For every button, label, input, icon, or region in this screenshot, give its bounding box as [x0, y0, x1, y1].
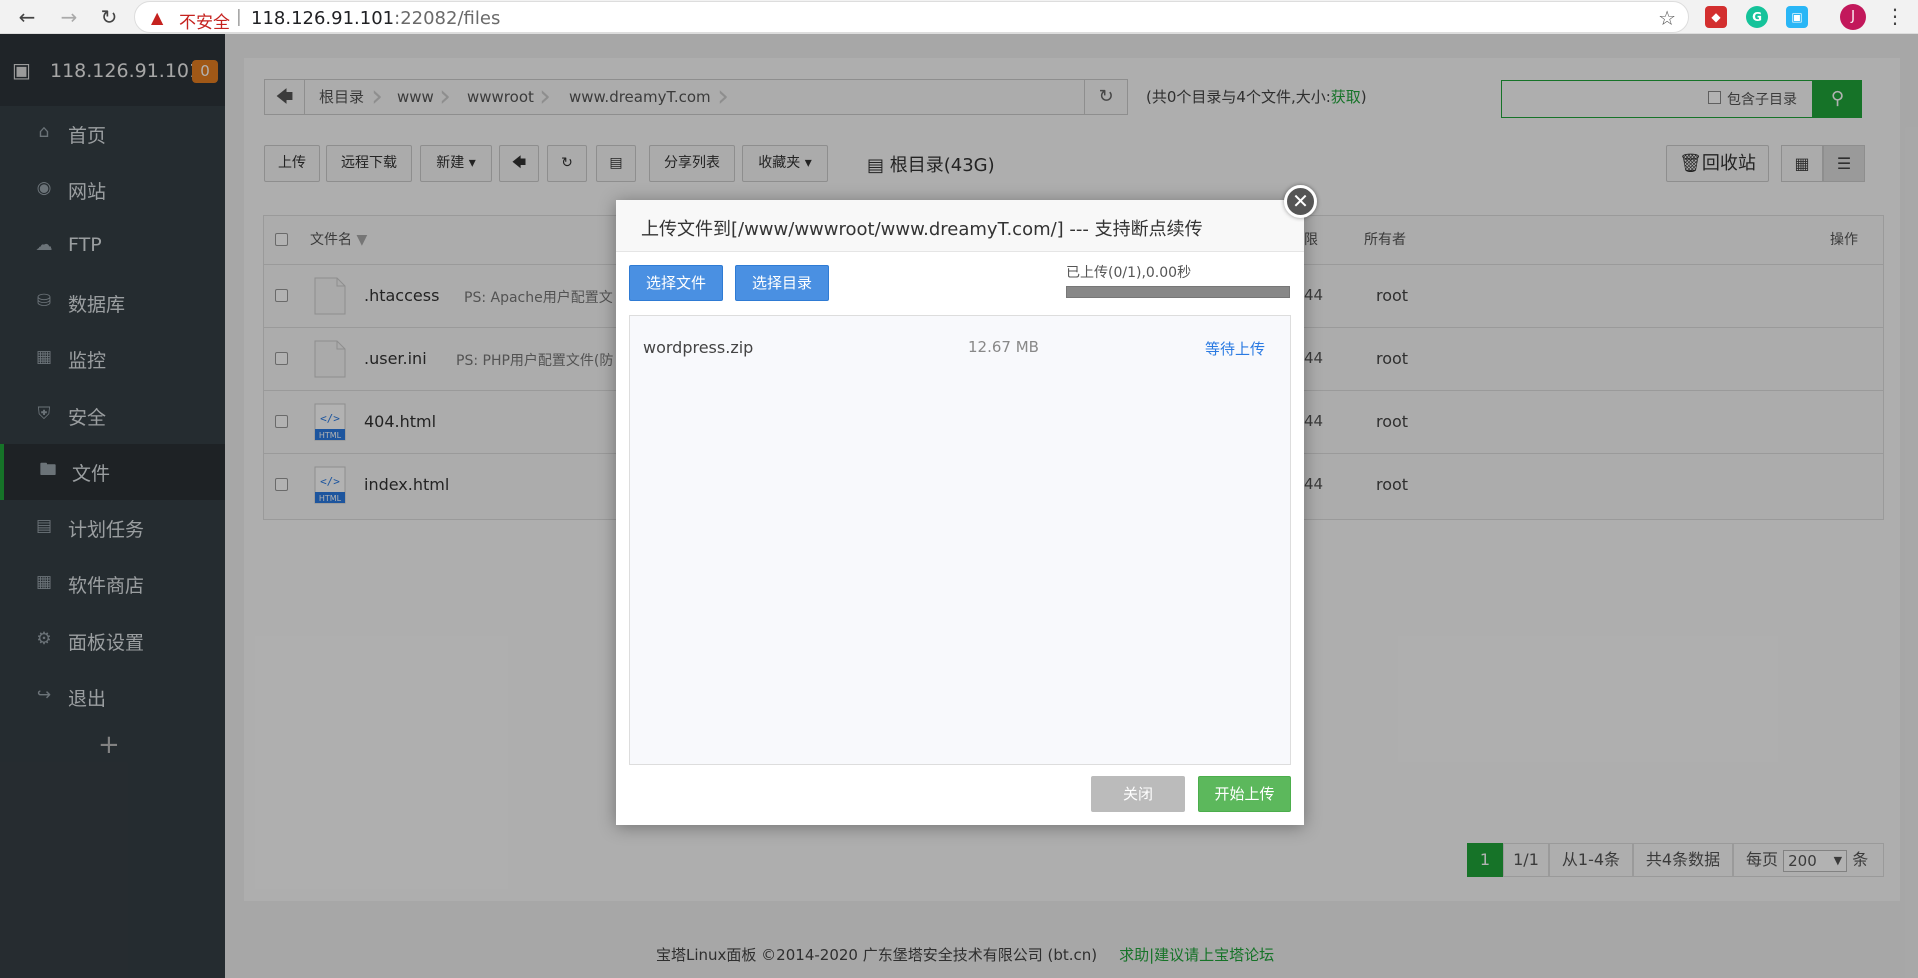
- select-directory-button[interactable]: 选择目录: [735, 265, 829, 301]
- upload-file-list[interactable]: wordpress.zip 12.67 MB 等待上传: [629, 315, 1291, 765]
- address-bar[interactable]: ▲ 不安全 | 118.126.91.101:22082/files ☆: [134, 1, 1689, 33]
- bookmark-star-icon[interactable]: ☆: [1658, 6, 1676, 30]
- grammarly-icon[interactable]: G: [1746, 6, 1768, 28]
- select-file-button[interactable]: 选择文件: [629, 265, 723, 301]
- upload-file-size: 12.67 MB: [968, 338, 1039, 356]
- dialog-title: 上传文件到[/www/wwwroot/www.dreamyT.com/] ---…: [641, 219, 1203, 240]
- extension-red-icon[interactable]: ◆: [1705, 6, 1727, 28]
- profile-avatar[interactable]: J: [1840, 4, 1866, 30]
- url-text: 118.126.91.101:22082/files: [251, 8, 501, 29]
- close-button[interactable]: 关闭: [1091, 776, 1185, 812]
- back-arrow-icon[interactable]: ←: [14, 4, 40, 30]
- warning-icon: ▲: [151, 8, 164, 27]
- dialog-header: 上传文件到[/www/wwwroot/www.dreamyT.com/] ---…: [616, 200, 1304, 252]
- close-icon[interactable]: ✕: [1284, 185, 1317, 218]
- reload-icon[interactable]: ↻: [96, 4, 122, 30]
- upload-progress-text: 已上传(0/1),0.00秒: [1066, 265, 1192, 281]
- upload-file-name: wordpress.zip: [643, 338, 754, 357]
- browser-menu-icon[interactable]: ⋮: [1885, 4, 1905, 28]
- upload-progress-bar: [1066, 286, 1290, 298]
- forward-arrow-icon[interactable]: →: [56, 4, 82, 30]
- upload-file-status: 等待上传: [1205, 340, 1266, 358]
- extension-blue-icon[interactable]: ▣: [1786, 6, 1808, 28]
- browser-toolbar: ← → ↻ ▲ 不安全 | 118.126.91.101:22082/files…: [0, 0, 1918, 34]
- insecure-label: 不安全: [179, 13, 230, 33]
- start-upload-button[interactable]: 开始上传: [1198, 776, 1291, 812]
